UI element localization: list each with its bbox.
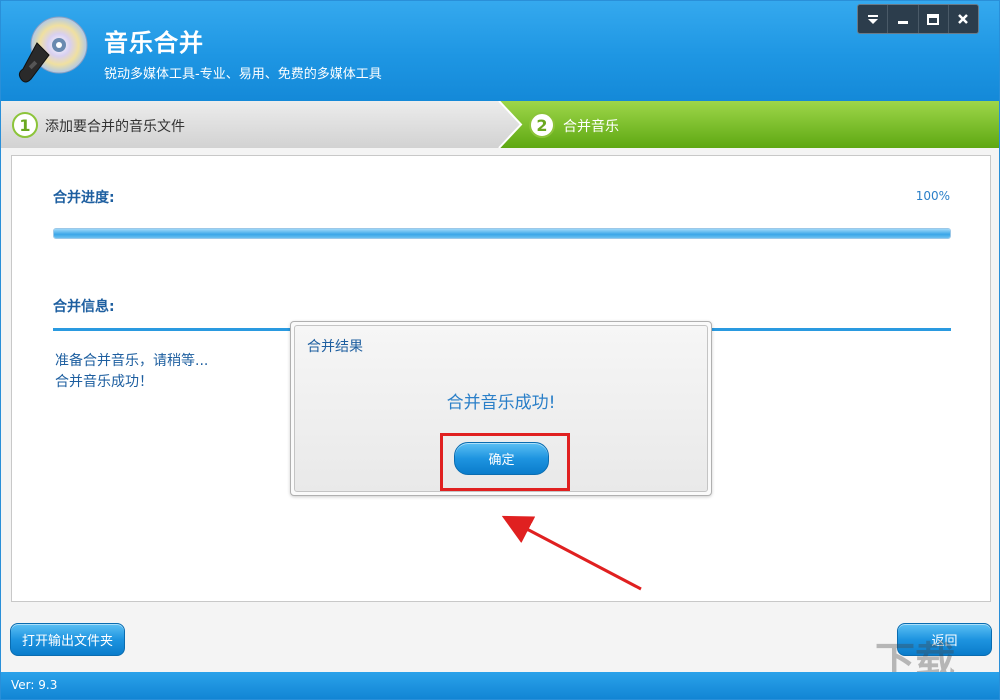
- step-1-number: 1: [12, 112, 38, 138]
- step-1-label: 添加要合并的音乐文件: [45, 119, 185, 135]
- cd-disc-icon: [18, 16, 88, 83]
- close-icon[interactable]: [949, 5, 978, 33]
- dialog-title: 合并结果: [307, 339, 363, 355]
- app-subtitle: 锐动多媒体工具-专业、易用、免费的多媒体工具: [104, 67, 382, 82]
- version-label: Ver: 9.3: [11, 678, 58, 692]
- step-2-label: 合并音乐: [563, 119, 619, 135]
- wizard-steps: 1 添加要合并的音乐文件 2 合并音乐: [1, 101, 999, 148]
- progress-title: 合并进度:: [53, 190, 115, 206]
- progress-bar-fill: [54, 229, 950, 238]
- dropdown-menu-icon[interactable]: [858, 5, 889, 33]
- open-output-folder-button[interactable]: 打开输出文件夹: [10, 623, 125, 656]
- title-bar: 音乐合并 锐动多媒体工具-专业、易用、免费的多媒体工具: [1, 1, 999, 101]
- maximize-icon[interactable]: [919, 5, 949, 33]
- highlight-annotation: [440, 433, 570, 491]
- log-line: 合并音乐成功！: [55, 374, 153, 390]
- step-2-number: 2: [529, 112, 555, 138]
- app-title: 音乐合并: [104, 29, 204, 57]
- info-title: 合并信息:: [53, 299, 115, 315]
- window-controls: [857, 4, 979, 34]
- log-line: 准备合并音乐，请稍等...: [55, 353, 209, 369]
- app-window: 音乐合并 锐动多媒体工具-专业、易用、免费的多媒体工具 1 添加要合并的音乐文件…: [0, 0, 1000, 700]
- status-bar: Ver: 9.3: [1, 672, 999, 699]
- progress-bar: [53, 228, 951, 239]
- progress-percent: 100%: [915, 189, 950, 203]
- dialog-message: 合并音乐成功!: [446, 393, 556, 413]
- annotation-arrow-icon: [501, 515, 642, 591]
- minimize-icon[interactable]: [888, 5, 919, 33]
